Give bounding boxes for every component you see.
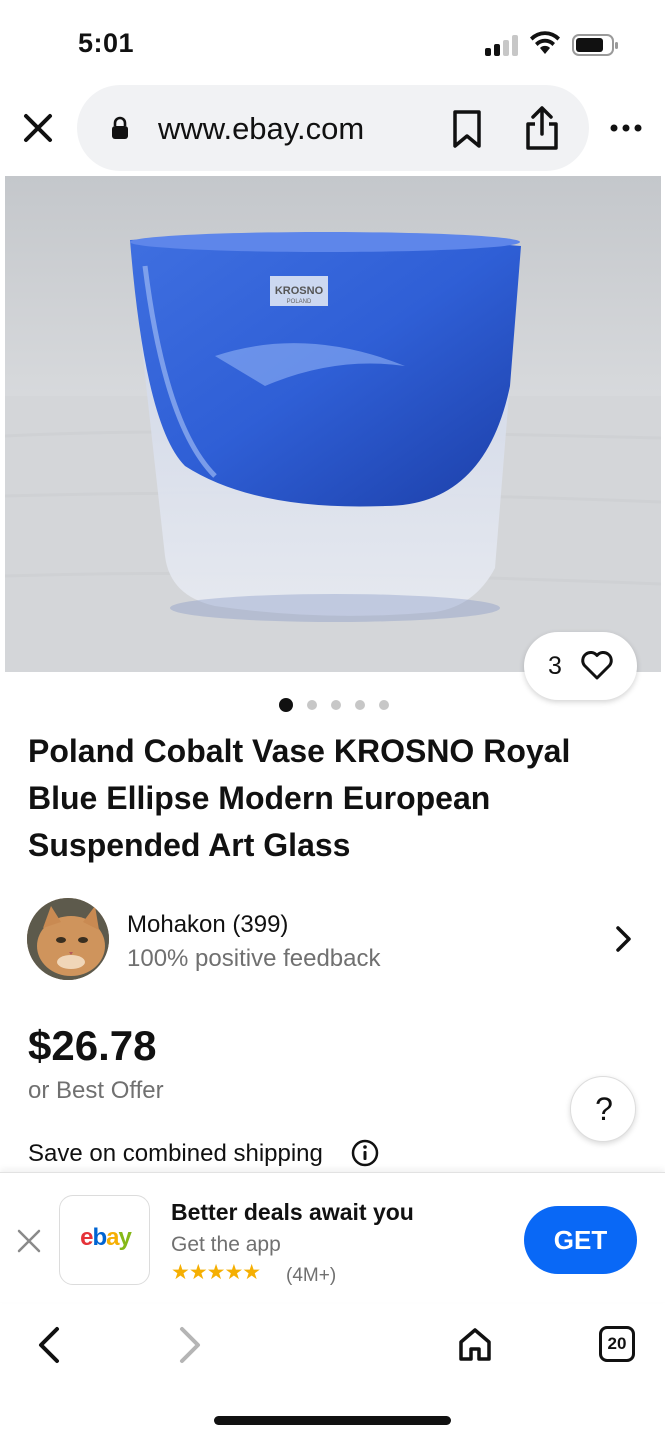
seller-name[interactable]: Mohakon (399)	[127, 911, 288, 939]
bookmark-icon[interactable]	[449, 109, 485, 149]
url-text[interactable]: www.ebay.com	[158, 111, 364, 147]
seller-feedback: 100% positive feedback	[127, 945, 381, 972]
status-bar: 5:01	[0, 0, 665, 86]
back-icon[interactable]	[36, 1325, 62, 1365]
app-logo[interactable]: ebay	[59, 1195, 150, 1285]
carousel-dot[interactable]	[355, 700, 365, 710]
product-title: Poland Cobalt Vase KROSNO Royal Blue Ell…	[28, 733, 571, 863]
status-time: 5:01	[78, 28, 135, 58]
tabs-button[interactable]: 20	[599, 1326, 635, 1362]
carousel-dot[interactable]	[331, 700, 341, 710]
chevron-right-icon[interactable]	[614, 924, 634, 954]
forward-icon[interactable]	[177, 1325, 203, 1365]
banner-title: Better deals await you	[171, 1199, 414, 1225]
vase-label: KROSNO	[275, 285, 324, 297]
seller-avatar[interactable]	[27, 898, 109, 980]
info-icon[interactable]	[350, 1138, 380, 1168]
close-icon[interactable]	[20, 110, 56, 146]
close-icon[interactable]	[16, 1228, 42, 1254]
more-icon[interactable]	[608, 118, 644, 138]
share-icon[interactable]	[522, 104, 562, 152]
carousel-dot[interactable]	[379, 700, 389, 710]
ebay-logo: ebay	[80, 1224, 132, 1251]
banner-subtitle: Get the app	[171, 1233, 281, 1256]
best-offer-text: or Best Offer	[28, 1077, 164, 1104]
shipping-note: Save on combined shipping	[28, 1140, 323, 1167]
rating-stars: ★★★★★	[171, 1261, 261, 1284]
carousel-dot[interactable]	[279, 698, 293, 712]
help-icon: ?	[595, 1091, 613, 1127]
tab-count: 20	[607, 1334, 627, 1353]
heart-icon[interactable]	[580, 649, 614, 681]
get-app-button[interactable]: GET	[524, 1206, 637, 1274]
carousel-dots[interactable]	[279, 698, 391, 712]
cat-avatar-image	[27, 898, 109, 980]
signal-icon	[485, 34, 519, 56]
vase-illustration: KROSNO POLAND	[5, 176, 661, 672]
home-indicator	[214, 1416, 451, 1425]
vase-sublabel: POLAND	[287, 299, 312, 305]
wifi-icon	[530, 31, 560, 54]
carousel-dot[interactable]	[307, 700, 317, 710]
watch-count: 3	[548, 652, 562, 680]
rating-count: (4M+)	[286, 1265, 337, 1286]
price: $26.78	[28, 1022, 157, 1069]
home-icon[interactable]	[457, 1325, 493, 1363]
product-image[interactable]: KROSNO POLAND	[5, 176, 661, 672]
help-button[interactable]: ?	[570, 1076, 636, 1142]
lock-icon	[112, 116, 128, 139]
battery-icon	[572, 34, 618, 56]
